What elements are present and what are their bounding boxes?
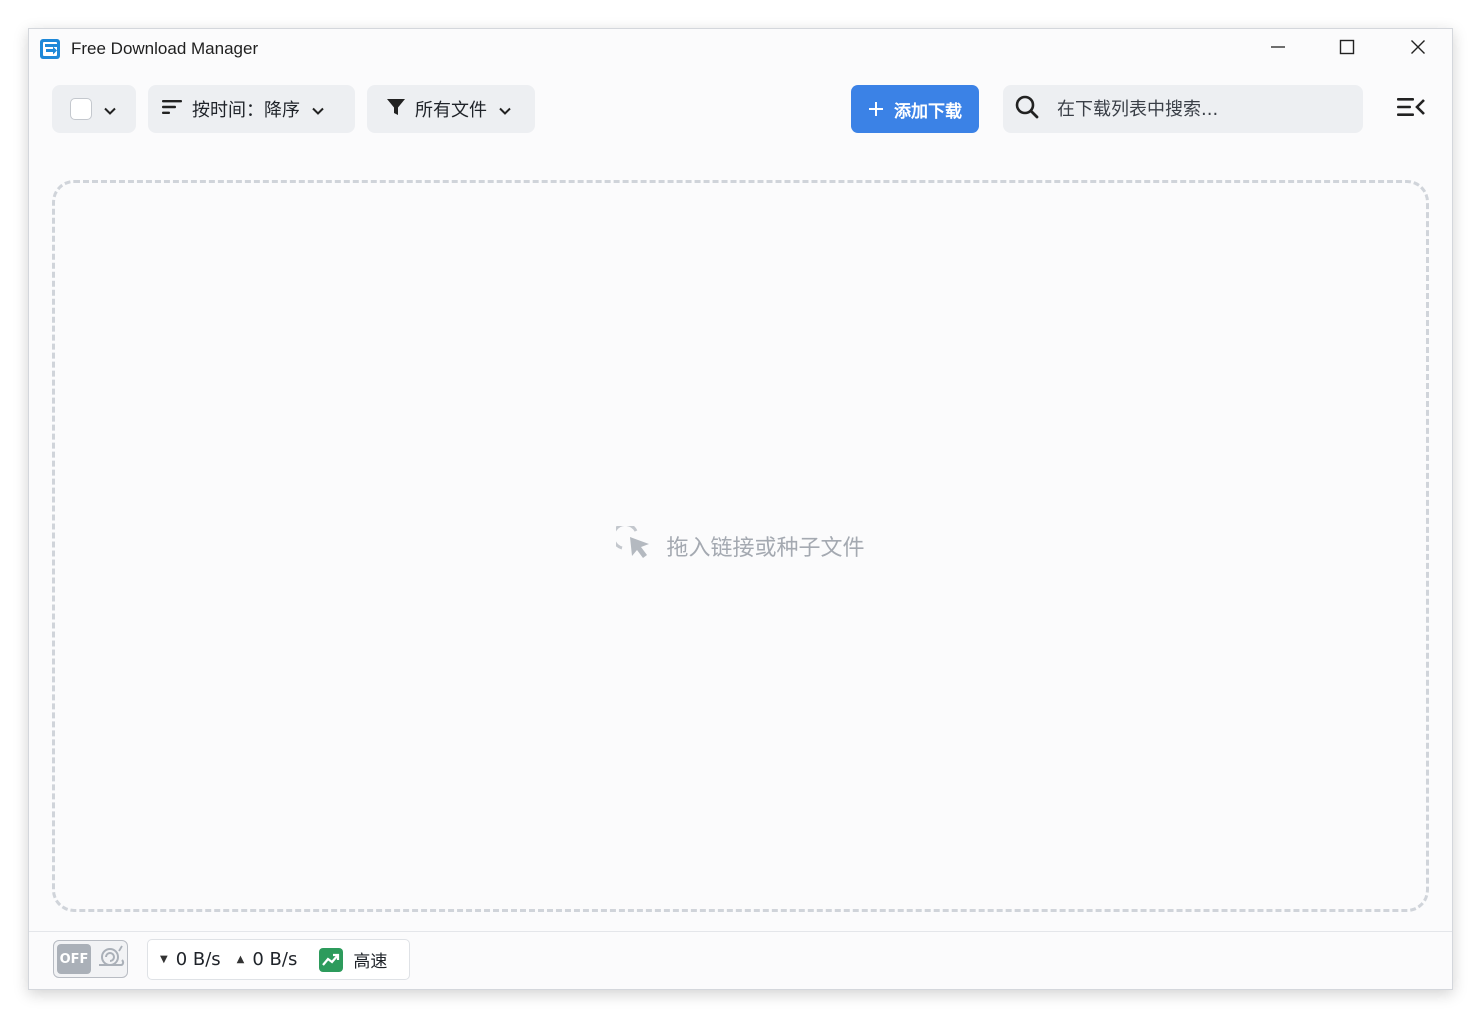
app-window: Free Download Manager 按时间：降序 所有文件 添加下载 在… [28, 28, 1453, 990]
filter-icon [387, 98, 405, 121]
filter-dropdown[interactable]: 所有文件 [367, 85, 535, 133]
speed-mode-label: 高速 [353, 952, 388, 972]
download-speed: 0 B/s [175, 949, 221, 970]
select-all-checkbox[interactable] [70, 98, 92, 120]
speed-mode-button[interactable] [319, 947, 344, 972]
trend-up-icon [322, 953, 340, 966]
app-title: Free Download Manager [71, 39, 259, 58]
search-input[interactable] [1057, 98, 1347, 120]
drop-hint: 拖入链接或种子文件 [612, 522, 865, 566]
minimize-icon [1270, 39, 1286, 59]
maximize-button[interactable] [1312, 29, 1382, 69]
sort-label: 按时间：降序 [192, 100, 300, 121]
fdm-logo-icon [39, 38, 61, 60]
select-all-dropdown[interactable] [52, 85, 136, 133]
snail-icon [97, 945, 125, 973]
drop-zone[interactable]: 拖入链接或种子文件 [52, 180, 1429, 912]
title-bar: Free Download Manager [29, 29, 1452, 69]
filter-label: 所有文件 [415, 100, 487, 121]
sort-icon [162, 99, 182, 120]
upload-arrow-icon: ▲ [236, 954, 245, 965]
chevron-down-icon [312, 99, 324, 120]
search-icon [1015, 95, 1039, 123]
snail-mode-toggle[interactable]: OFF [53, 940, 128, 978]
search-box[interactable] [1003, 85, 1363, 133]
speed-panel: ▼ 0 B/s ▲ 0 B/s 高速 [147, 939, 410, 980]
chevron-down-icon [499, 99, 511, 120]
download-arrow-icon: ▼ [160, 954, 168, 965]
plus-icon [868, 97, 884, 121]
close-icon [1410, 39, 1426, 59]
drop-hint-text: 拖入链接或种子文件 [666, 536, 865, 561]
sort-dropdown[interactable]: 按时间：降序 [148, 85, 355, 133]
menu-collapse-icon [1397, 97, 1425, 121]
add-download-button[interactable]: 添加下载 [851, 85, 979, 133]
minimize-button[interactable] [1243, 29, 1313, 69]
maximize-icon [1339, 39, 1355, 59]
main-menu-button[interactable] [1393, 93, 1429, 125]
upload-speed: 0 B/s [252, 949, 298, 970]
status-divider [29, 931, 1452, 932]
snail-mode-state: OFF [57, 944, 91, 974]
close-button[interactable] [1383, 29, 1452, 69]
drag-cursor-icon [612, 522, 666, 566]
chevron-down-icon [104, 99, 116, 120]
add-download-label: 添加下载 [894, 101, 962, 122]
